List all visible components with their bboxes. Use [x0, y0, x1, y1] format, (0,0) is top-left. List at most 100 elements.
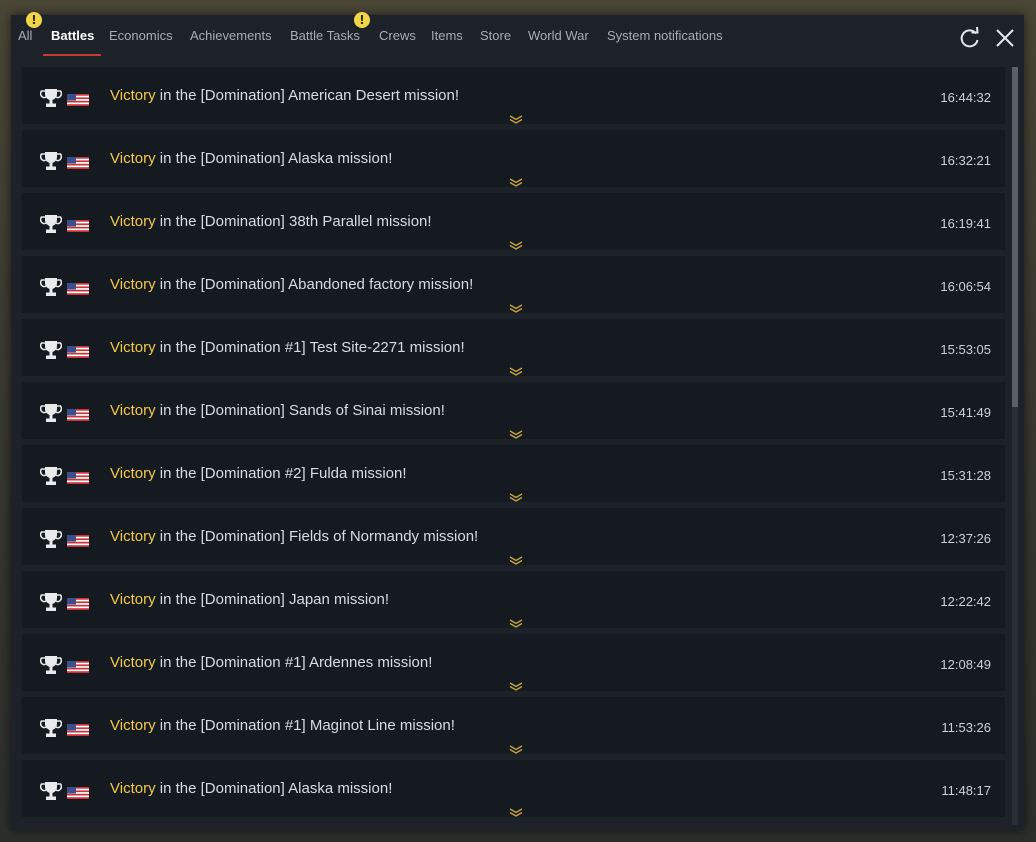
notification-message: Victory in the [Domination #2] Fulda mis… [110, 465, 407, 482]
notification-row[interactable]: Victory in the [Domination] American Des… [22, 67, 1005, 124]
warning-icon: ! [354, 12, 370, 28]
mission-text: in the [Domination] Sands of Sinai missi… [155, 402, 445, 419]
trophy-icon [39, 528, 63, 550]
notification-row[interactable]: Victory in the [Domination] 38th Paralle… [22, 193, 1005, 250]
tab-world-war[interactable]: World War [528, 28, 589, 43]
usa-flag-icon [67, 408, 89, 421]
mission-text: in the [Domination] Abandoned factory mi… [155, 276, 474, 293]
notification-time: 12:37:26 [940, 531, 991, 546]
notification-time: 16:19:41 [940, 216, 991, 231]
trophy-icon [39, 465, 63, 487]
usa-flag-icon [67, 723, 89, 736]
notification-time: 16:06:54 [940, 279, 991, 294]
notification-row[interactable]: Victory in the [Domination #1] Test Site… [22, 319, 1005, 376]
notification-row[interactable]: Victory in the [Domination] Japan missio… [22, 571, 1005, 628]
battle-result[interactable]: Victory [110, 150, 156, 167]
tab-achievements[interactable]: Achievements [190, 28, 272, 43]
scrollbar[interactable] [1012, 67, 1018, 825]
trophy-icon [39, 717, 63, 739]
usa-flag-icon [67, 156, 89, 169]
battle-result[interactable]: Victory [110, 717, 156, 734]
notification-message: Victory in the [Domination] Abandoned fa… [110, 276, 473, 293]
tab-all[interactable]: All [18, 28, 32, 43]
notification-message: Victory in the [Domination] Fields of No… [110, 528, 478, 545]
battle-result[interactable]: Victory [110, 528, 156, 545]
usa-flag-icon [67, 345, 89, 358]
battle-result[interactable]: Victory [110, 465, 156, 482]
refresh-icon[interactable] [958, 26, 982, 50]
notification-row[interactable]: Victory in the [Domination] Fields of No… [22, 508, 1005, 565]
trophy-icon [39, 780, 63, 802]
mission-text: in the [Domination #1] Test Site-2271 mi… [155, 339, 465, 356]
notification-message: Victory in the [Domination #1] Ardennes … [110, 654, 432, 671]
trophy-icon [39, 654, 63, 676]
mission-text: in the [Domination #2] Fulda mission! [155, 465, 407, 482]
trophy-icon [39, 402, 63, 424]
notification-row[interactable]: Victory in the [Domination] Sands of Sin… [22, 382, 1005, 439]
expand-chevron-icon[interactable] [509, 426, 523, 439]
notification-message: Victory in the [Domination] Alaska missi… [110, 150, 392, 167]
trophy-icon [39, 591, 63, 613]
trophy-icon [39, 150, 63, 172]
expand-chevron-icon[interactable] [509, 552, 523, 565]
tab-store[interactable]: Store [480, 28, 511, 43]
expand-chevron-icon[interactable] [509, 111, 523, 124]
notification-list[interactable]: Victory in the [Domination] American Des… [22, 67, 1005, 825]
tab-system-notifications[interactable]: System notifications [607, 28, 723, 43]
expand-chevron-icon[interactable] [509, 174, 523, 187]
usa-flag-icon [67, 597, 89, 610]
expand-chevron-icon[interactable] [509, 678, 523, 691]
battle-result[interactable]: Victory [110, 87, 156, 104]
notification-row[interactable]: Victory in the [Domination #1] Maginot L… [22, 697, 1005, 754]
battle-result[interactable]: Victory [110, 276, 156, 293]
notification-time: 15:53:05 [940, 342, 991, 357]
battle-result[interactable]: Victory [110, 339, 156, 356]
notification-row[interactable]: Victory in the [Domination] Alaska missi… [22, 760, 1005, 817]
expand-chevron-icon[interactable] [509, 804, 523, 817]
notification-message: Victory in the [Domination] Japan missio… [110, 591, 389, 608]
tab-items[interactable]: Items [431, 28, 463, 43]
battle-result[interactable]: Victory [110, 780, 156, 797]
usa-flag-icon [67, 660, 89, 673]
tab-crews[interactable]: Crews [379, 28, 416, 43]
notification-time: 12:08:49 [940, 657, 991, 672]
tab-battle-tasks[interactable]: Battle Tasks [290, 28, 360, 43]
mission-text: in the [Domination] Alaska mission! [155, 150, 393, 167]
mission-text: in the [Domination #1] Ardennes mission! [155, 654, 433, 671]
trophy-icon [39, 87, 63, 109]
close-icon[interactable] [993, 26, 1017, 50]
scrollbar-thumb[interactable] [1012, 67, 1018, 407]
notification-time: 16:44:32 [940, 90, 991, 105]
notification-time: 15:41:49 [940, 405, 991, 420]
notification-row[interactable]: Victory in the [Domination #2] Fulda mis… [22, 445, 1005, 502]
notification-time: 11:53:26 [941, 720, 991, 735]
expand-chevron-icon[interactable] [509, 741, 523, 754]
trophy-icon [39, 213, 63, 235]
battle-result[interactable]: Victory [110, 213, 156, 230]
notification-row[interactable]: Victory in the [Domination] Abandoned fa… [22, 256, 1005, 313]
expand-chevron-icon[interactable] [509, 363, 523, 376]
battle-result[interactable]: Victory [110, 402, 156, 419]
expand-chevron-icon[interactable] [509, 237, 523, 250]
notification-time: 12:22:42 [940, 594, 991, 609]
expand-chevron-icon[interactable] [509, 300, 523, 313]
mission-text: in the [Domination] American Desert miss… [155, 87, 460, 104]
notification-message: Victory in the [Domination #1] Test Site… [110, 339, 465, 356]
active-tab-indicator [43, 54, 101, 56]
notification-message: Victory in the [Domination] Sands of Sin… [110, 402, 445, 419]
tab-battles[interactable]: Battles [51, 28, 94, 43]
notification-time: 16:32:21 [940, 153, 991, 168]
battle-result[interactable]: Victory [110, 654, 156, 671]
notification-row[interactable]: Victory in the [Domination #1] Ardennes … [22, 634, 1005, 691]
notification-row[interactable]: Victory in the [Domination] Alaska missi… [22, 130, 1005, 187]
battle-result[interactable]: Victory [110, 591, 156, 608]
expand-chevron-icon[interactable] [509, 489, 523, 502]
expand-chevron-icon[interactable] [509, 615, 523, 628]
usa-flag-icon [67, 534, 89, 547]
usa-flag-icon [67, 219, 89, 232]
notification-message: Victory in the [Domination #1] Maginot L… [110, 717, 455, 734]
tab-bar: All ! Battles Economics Achievements Bat… [11, 12, 1024, 59]
tab-economics[interactable]: Economics [109, 28, 173, 43]
mission-text: in the [Domination] Japan mission! [155, 591, 390, 608]
notifications-window: All ! Battles Economics Achievements Bat… [11, 12, 1024, 830]
